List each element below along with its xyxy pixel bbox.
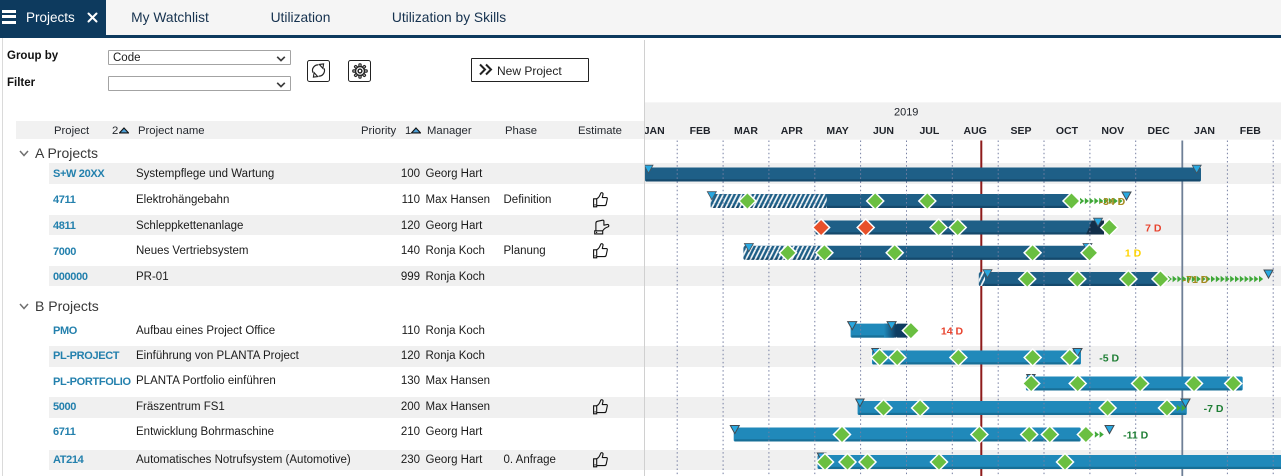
svg-text:FEB: FEB bbox=[1240, 125, 1261, 137]
svg-text:SEP: SEP bbox=[1010, 125, 1031, 137]
svg-text:JAN: JAN bbox=[1194, 125, 1215, 137]
svg-text:-34 D: -34 D bbox=[1100, 196, 1126, 208]
svg-text:OCT: OCT bbox=[1056, 125, 1079, 137]
svg-text:14 D: 14 D bbox=[941, 326, 964, 338]
svg-text:MAR: MAR bbox=[734, 125, 758, 137]
svg-text:DEC: DEC bbox=[1148, 125, 1171, 137]
svg-text:JUN: JUN bbox=[873, 125, 894, 137]
svg-text:-11 D: -11 D bbox=[1123, 429, 1149, 441]
svg-text:APR: APR bbox=[781, 125, 804, 137]
svg-text:-5 D: -5 D bbox=[1099, 352, 1119, 364]
svg-text:2019: 2019 bbox=[894, 107, 918, 119]
svg-text:7 D: 7 D bbox=[1145, 222, 1162, 234]
svg-text:JAN: JAN bbox=[645, 125, 665, 137]
svg-text:-71 D: -71 D bbox=[1183, 274, 1209, 286]
svg-text:-7 D: -7 D bbox=[1204, 403, 1224, 415]
svg-text:MAY: MAY bbox=[826, 125, 848, 137]
svg-text:AUG: AUG bbox=[964, 125, 987, 137]
svg-text:1 D: 1 D bbox=[1125, 248, 1142, 260]
svg-text:FEB: FEB bbox=[690, 125, 711, 137]
svg-text:JUL: JUL bbox=[919, 125, 939, 137]
svg-text:NOV: NOV bbox=[1101, 125, 1124, 137]
